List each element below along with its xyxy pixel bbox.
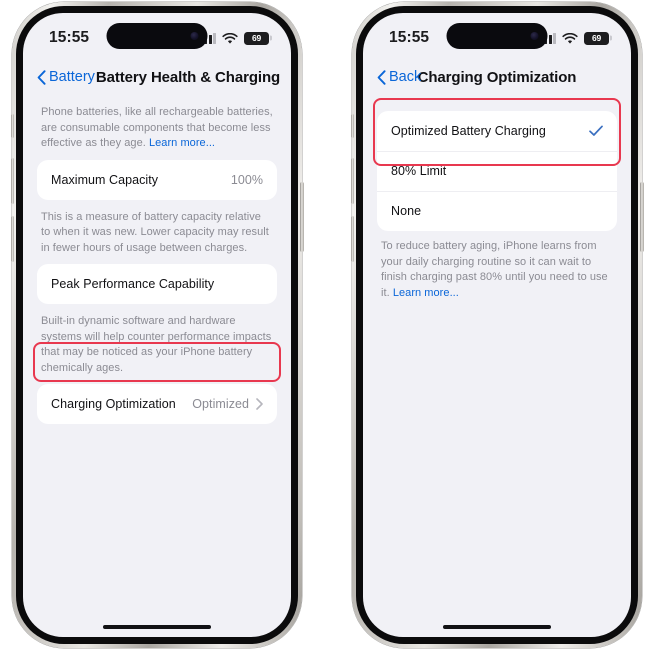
option-label: None [391,204,422,218]
maximum-capacity-label: Maximum Capacity [51,172,159,187]
row-maximum-capacity[interactable]: Maximum Capacity 100% [37,160,277,200]
mute-button[interactable] [10,114,14,138]
back-button-label: Back [389,69,422,85]
back-button-battery[interactable]: Battery [37,69,95,85]
status-bar-time: 15:55 [389,29,430,46]
row-charging-optimization[interactable]: Charging Optimization Optimized [37,384,277,424]
chevron-left-icon [377,69,386,85]
iphone-charging-optimization: 15:55 69 Back Charging Optimization Opti… [350,2,644,648]
status-bar: 15:55 69 [23,13,291,59]
status-bar-indicators: 69 [540,31,612,45]
battery-nub-icon [609,35,612,41]
peak-performance-label: Peak Performance Capability [51,277,215,291]
learn-more-link[interactable]: Learn more... [393,287,459,299]
navigation-bar: Back Charging Optimization [363,59,631,95]
power-button[interactable] [640,182,644,252]
battery-percent-label: 69 [251,32,262,43]
peak-performance-card: Peak Performance Capability [37,264,277,304]
dynamic-island [446,23,548,49]
checkmark-icon [589,125,603,137]
power-button[interactable] [300,182,304,252]
battery-icon: 69 [244,31,272,45]
row-peak-performance-capability[interactable]: Peak Performance Capability [37,264,277,304]
option-none[interactable]: None [377,191,617,231]
option-optimized-battery-charging[interactable]: Optimized Battery Charging [377,111,617,151]
charging-optimization-label: Charging Optimization [51,397,176,411]
status-bar-indicators: 69 [200,31,272,45]
volume-down-button[interactable] [350,216,354,262]
peak-performance-footnote: Built-in dynamic software and hardware s… [41,315,272,374]
back-button-label: Battery [49,69,95,85]
battery-nub-icon [269,35,272,41]
chevron-left-icon [37,69,46,85]
learn-more-link-intro[interactable]: Learn more... [149,137,215,149]
volume-down-button[interactable] [10,216,14,262]
home-indicator[interactable] [443,625,551,629]
charging-optimization-content: Optimized Battery Charging 80% Limit Non… [363,95,631,309]
chevron-right-icon [256,398,263,410]
dynamic-island [106,23,208,49]
settings-content: Phone batteries, like all rechargeable b… [23,95,291,424]
option-label: 80% Limit [391,164,447,178]
front-camera-icon [530,32,539,40]
mute-button[interactable] [350,114,354,138]
option-80-percent-limit[interactable]: 80% Limit [377,151,617,191]
navigation-bar: Battery Battery Health & Charging [23,59,291,95]
status-bar-time: 15:55 [49,29,90,46]
charging-optimization-card: Charging Optimization Optimized [37,384,277,424]
back-button[interactable]: Back [377,69,421,85]
battery-percent-label: 69 [591,32,602,43]
phone-screen-battery-health: 15:55 69 Battery Battery Health & Chargi… [23,13,291,637]
volume-up-button[interactable] [10,158,14,204]
content-top-spacer [363,95,631,111]
phone-screen-charging-optimization: 15:55 69 Back Charging Optimization Opti… [363,13,631,637]
charging-options-card: Optimized Battery Charging 80% Limit Non… [377,111,617,231]
battery-intro-footnote: Phone batteries, like all rechargeable b… [23,95,291,160]
iphone-battery-health: 15:55 69 Battery Battery Health & Chargi… [10,2,304,648]
maximum-capacity-value: 100% [230,172,263,187]
volume-up-button[interactable] [350,158,354,204]
maximum-capacity-card: Maximum Capacity 100% [37,159,277,200]
front-camera-icon [190,32,199,40]
option-label: Optimized Battery Charging [391,124,546,138]
screenshot-stage: 15:55 69 Battery Battery Health & Chargi… [0,0,655,650]
charging-optimization-value: Optimized [192,397,249,411]
wifi-icon [562,32,578,44]
wifi-icon [222,32,238,44]
battery-icon: 69 [584,31,612,45]
maximum-capacity-footnote: This is a measure of battery capacity re… [41,210,269,254]
home-indicator[interactable] [103,625,211,629]
status-bar: 15:55 69 [363,13,631,59]
charging-optimization-footnote: To reduce battery aging, iPhone learns f… [363,231,631,309]
